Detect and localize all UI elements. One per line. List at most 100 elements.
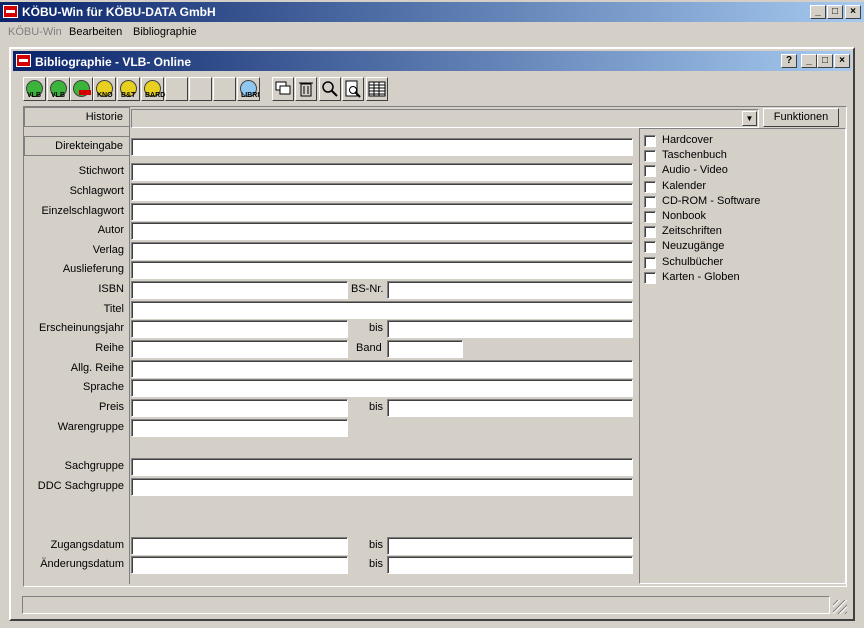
isbn-input[interactable] <box>131 281 348 299</box>
menu-bearbeiten[interactable]: Bearbeiten <box>69 26 122 38</box>
preis-bis-input[interactable] <box>387 399 633 417</box>
vlb-red-button[interactable] <box>70 77 93 101</box>
sachgruppe-label: Sachgruppe <box>64 460 124 472</box>
preis-bis-label: bis <box>369 401 384 413</box>
vlb-green-button[interactable]: VLB <box>23 77 46 101</box>
zugangsdatum-label: Zugangsdatum <box>50 539 124 551</box>
bard-button[interactable]: BARD <box>141 77 165 101</box>
preis-label: Preis <box>98 401 124 413</box>
isbn-bsnr-input[interactable] <box>387 281 633 299</box>
chevron-down-icon[interactable]: ▼ <box>742 111 757 126</box>
aenderungsdatum-input[interactable] <box>131 556 348 574</box>
windows-icon <box>275 81 291 95</box>
koebu-logo-icon <box>16 54 31 67</box>
isbn-bsnr-label: BS-Nr. <box>351 283 384 295</box>
koebu-logo-icon <box>3 5 18 18</box>
verlag-label: Verlag <box>92 244 124 256</box>
warengruppe-label: Warengruppe <box>57 421 124 433</box>
bt-button[interactable]: B&T <box>117 77 140 101</box>
reihe-band-label: Band <box>356 342 382 354</box>
ddc_sachgruppe-input[interactable] <box>131 478 633 496</box>
toolbar-button-label: LIBRI <box>241 92 260 99</box>
checkbox-label: Hardcover <box>662 134 713 146</box>
libri-button[interactable]: LIBRI <box>237 77 260 101</box>
sprache-label: Sprache <box>83 381 124 393</box>
app-minimize-button[interactable]: _ <box>810 5 826 19</box>
checkbox-label: Schulbücher <box>662 255 724 268</box>
titel-label: Titel <box>103 303 124 315</box>
aenderungsdatum-bis-input[interactable] <box>387 556 633 574</box>
checkbox[interactable] <box>644 226 656 239</box>
checkbox[interactable] <box>644 165 656 178</box>
reihe-band-input[interactable] <box>387 340 463 358</box>
vlb-green-2-button[interactable]: VLB <box>47 77 70 101</box>
stichwort-input[interactable] <box>131 163 633 181</box>
status-bar <box>22 596 830 614</box>
empty-button-1[interactable] <box>165 77 188 101</box>
autor-label: Autor <box>97 224 124 236</box>
trash-icon <box>299 82 313 97</box>
historie-combo[interactable]: ▼ <box>131 109 759 128</box>
funktionen-button[interactable]: Funktionen <box>763 108 839 127</box>
delete-button[interactable] <box>295 77 317 101</box>
autor-input[interactable] <box>131 222 633 240</box>
child-maximize-button[interactable]: □ <box>817 54 833 68</box>
historie-label: Historie <box>24 107 130 127</box>
erscheinungsjahr-label: Erscheinungsjahr <box>39 322 124 334</box>
sprache-input[interactable] <box>131 379 633 397</box>
toolbar-button-label: B&T <box>121 92 136 99</box>
menu-bar: KÖBU-Win Bearbeiten Bibliographie <box>0 22 864 42</box>
resize-grip-icon[interactable] <box>833 600 847 614</box>
app-maximize-button[interactable]: □ <box>827 5 843 19</box>
allg_reihe-input[interactable] <box>131 360 633 378</box>
menu-bibliographie[interactable]: Bibliographie <box>133 26 197 38</box>
zugangsdatum-bis-input[interactable] <box>387 537 633 555</box>
reihe-input[interactable] <box>131 340 348 358</box>
checkbox[interactable] <box>644 180 656 193</box>
erscheinungsjahr-bis-label: bis <box>369 322 384 334</box>
preis-input[interactable] <box>131 399 348 417</box>
preview-button[interactable] <box>342 77 364 101</box>
erscheinungsjahr-input[interactable] <box>131 320 348 338</box>
print-preview-icon <box>345 80 361 98</box>
app-title-bar: KÖBU-Win für KÖBU-DATA GmbH _ □ × <box>0 2 864 22</box>
einzelschlagwort-input[interactable] <box>131 203 633 221</box>
auslieferung-input[interactable] <box>131 261 633 279</box>
toolbar-button-label: VLB <box>27 92 41 99</box>
child-help-button[interactable]: ? <box>781 54 797 68</box>
checkbox-label: Zeitschriften <box>662 225 722 238</box>
schlagwort-input[interactable] <box>131 183 633 201</box>
child-close-button[interactable]: × <box>834 54 850 68</box>
search-button[interactable] <box>319 77 341 101</box>
empty-button-2[interactable] <box>189 77 212 101</box>
zugangsdatum-input[interactable] <box>131 537 348 555</box>
empty-button-3[interactable] <box>213 77 236 101</box>
aenderungsdatum-label: Änderungsdatum <box>40 558 124 570</box>
checkbox[interactable] <box>644 241 656 254</box>
erscheinungsjahr-bis-input[interactable] <box>387 320 633 338</box>
checkbox-label: Neuzugänge <box>662 240 725 253</box>
warengruppe-input[interactable] <box>131 419 348 437</box>
menu-koebu-win[interactable]: KÖBU-Win <box>8 26 62 38</box>
verlag-input[interactable] <box>131 242 633 260</box>
zugangsdatum-bis-label: bis <box>369 539 384 551</box>
search-icon <box>322 81 338 97</box>
app-close-button[interactable]: × <box>845 5 861 19</box>
sachgruppe-input[interactable] <box>131 458 633 476</box>
checkbox[interactable] <box>644 150 656 163</box>
child-minimize-button[interactable]: _ <box>801 54 817 68</box>
table-view-button[interactable] <box>366 77 388 101</box>
bibliographie-window: Bibliographie - VLB- Online ? _ □ × VLB V… <box>9 47 855 621</box>
new-window-button[interactable] <box>272 77 294 101</box>
kno-button[interactable]: KNO <box>93 77 116 101</box>
checkbox[interactable] <box>644 271 656 284</box>
checkbox[interactable] <box>644 135 656 147</box>
titel-input[interactable] <box>131 301 633 319</box>
checkbox[interactable] <box>644 211 656 223</box>
checkbox[interactable] <box>644 256 656 269</box>
direkteingabe-label: Direkteingabe <box>24 136 130 156</box>
checkbox-label: Taschenbuch <box>662 149 727 162</box>
toolbar-button-label: KNO <box>97 92 113 99</box>
checkbox[interactable] <box>644 195 656 208</box>
direkteingabe-input[interactable] <box>131 138 633 156</box>
